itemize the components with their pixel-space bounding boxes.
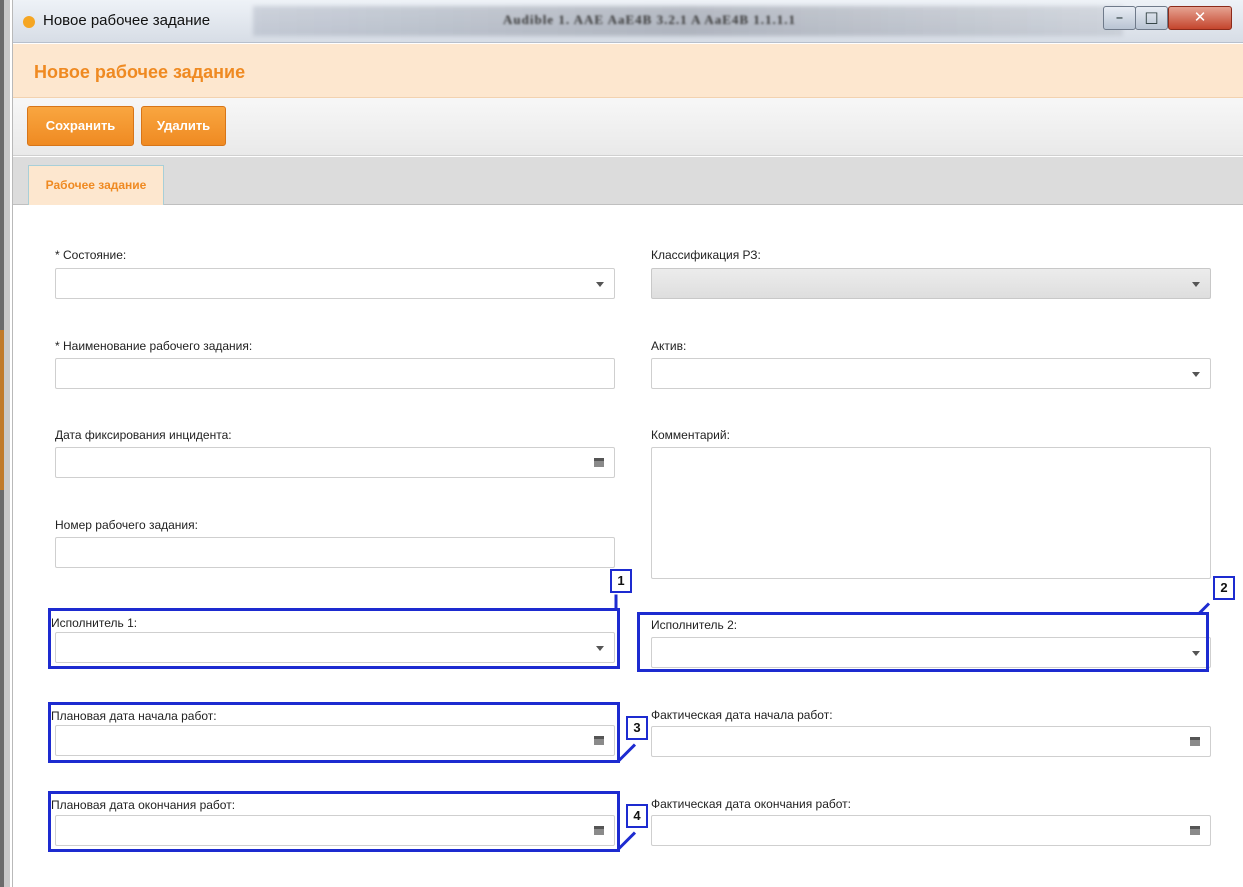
annotation-box-1 [48,608,620,669]
fact-start-input[interactable] [651,726,1211,757]
background-window-edge [0,0,10,887]
save-button[interactable]: Сохранить [27,106,134,146]
toolbar: Сохранить Удалить [13,98,1243,156]
annotation-box-3 [48,702,620,763]
chevron-down-icon [1192,282,1200,287]
app-window: Новое рабочее задание Audible 1. AAE AaE… [12,0,1243,887]
delete-button[interactable]: Удалить [141,106,226,146]
state-label: * Состояние: [55,248,127,262]
chevron-down-icon [1192,372,1200,377]
incident-date-picker-button[interactable] [586,448,614,477]
app-header: Новое рабочее задание [13,44,1243,98]
screen: Новое рабочее задание Audible 1. AAE AaE… [0,0,1243,887]
classification-label: Классификация РЗ: [651,248,761,262]
fact-end-label: Фактическая дата окончания работ: [651,797,852,811]
fact-end-picker-button[interactable] [1182,816,1210,845]
chevron-down-icon [596,282,604,287]
asset-select[interactable] [651,358,1211,389]
close-icon: ✕ [1193,8,1207,26]
calendar-icon [594,458,604,467]
minimize-button[interactable]: – [1103,6,1136,30]
window-titlebar[interactable]: Новое рабочее задание Audible 1. AAE AaE… [13,0,1243,43]
app-status-dot-icon [23,16,35,28]
annotation-badge-2: 2 [1213,576,1235,600]
blurred-background-caption: Audible 1. AAE AaE4B 3.2.1 A AaE4B 1.1.1… [503,12,797,27]
maximize-button[interactable]: □ [1135,6,1168,30]
page-title: Новое рабочее задание [34,62,246,82]
incident-date-label: Дата фиксирования инцидента: [55,428,232,442]
state-select[interactable] [55,268,615,299]
minimize-icon: – [1115,8,1124,26]
maximize-icon: □ [1144,8,1159,26]
tab-work-order[interactable]: Рабочее задание [28,165,164,205]
annotation-badge-4: 4 [626,804,648,828]
tab-bar: Рабочее задание [13,157,1243,205]
incident-date-input[interactable] [55,447,615,478]
window-title: Новое рабочее задание [43,12,211,29]
asset-dropdown-button[interactable] [1182,359,1210,388]
fact-start-picker-button[interactable] [1182,727,1210,756]
calendar-icon [1190,737,1200,746]
state-dropdown-button[interactable] [586,269,614,298]
number-label: Номер рабочего задания: [55,518,198,532]
asset-label: Актив: [651,339,687,353]
calendar-icon [1190,826,1200,835]
classification-select [651,268,1211,299]
fact-start-label: Фактическая дата начала работ: [651,708,833,722]
close-button[interactable]: ✕ [1168,6,1232,30]
comment-textarea[interactable] [651,447,1211,579]
name-input[interactable] [55,358,615,389]
annotation-box-2 [637,612,1209,672]
name-label: * Наименование рабочего задания: [55,339,253,353]
annotation-connector-1 [614,594,618,611]
fact-end-input[interactable] [651,815,1211,846]
classification-dropdown-button [1182,269,1210,298]
annotation-badge-1: 1 [610,569,632,593]
number-input[interactable] [55,537,615,568]
annotation-box-4 [48,791,620,852]
annotation-badge-3: 3 [626,716,648,740]
comment-label: Комментарий: [651,428,730,442]
